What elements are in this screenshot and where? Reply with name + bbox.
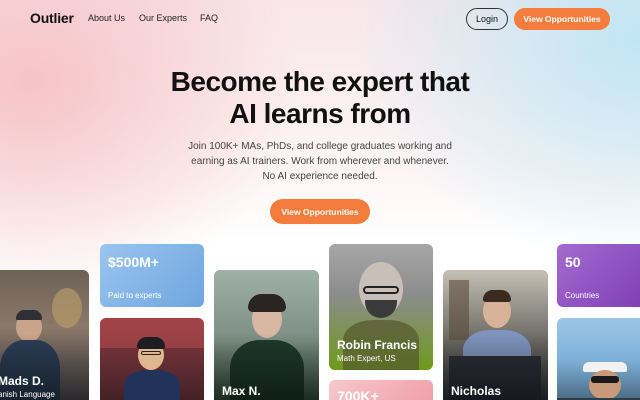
expert-name-nicholas: Nicholas [451, 384, 502, 398]
expert-name-max: Max N. [222, 384, 261, 398]
stat-label-countries: Countries [565, 291, 600, 300]
stat-label-paid: Paid to experts [108, 291, 162, 300]
hero-subtitle-line-3: No AI experience needed. [262, 171, 378, 182]
stat-value-countries: 50 [565, 254, 581, 270]
nav-link-about-us[interactable]: About Us [88, 13, 125, 23]
hero-title-line-1: Become the expert that [170, 66, 470, 97]
stat-card-countries: 50 Countries [557, 244, 640, 307]
stat-value-users: 700K+ [337, 388, 379, 400]
hero-subtitle-line-2: earning as AI trainers. Work from wherev… [191, 156, 449, 167]
stat-card-users: 700K+ [329, 380, 433, 400]
expert-card-boat[interactable] [557, 318, 640, 400]
login-button[interactable]: Login [466, 8, 508, 30]
expert-name-mads: Mads D. [0, 374, 45, 388]
expert-role-robin: Math Expert, US [337, 354, 396, 363]
expert-photo-speaker [100, 318, 204, 400]
expert-role-mads: anish Language [0, 390, 55, 399]
expert-photo-boat [557, 318, 640, 400]
nav-view-opportunities-button[interactable]: View Opportunities [514, 8, 610, 30]
hero-subtitle: Join 100K+ MAs, PhDs, and college gradua… [160, 139, 480, 184]
expert-card-mads[interactable]: Mads D. anish Language [0, 270, 89, 400]
stat-value-paid: $500M+ [108, 254, 159, 270]
nav-link-our-experts[interactable]: Our Experts [139, 13, 187, 23]
stat-card-paid: $500M+ Paid to experts [100, 244, 204, 307]
expert-card-max[interactable]: Max N. [214, 270, 319, 400]
expert-card-nicholas[interactable]: Nicholas [443, 270, 548, 400]
hero-title: Become the expert that AI learns from [0, 66, 640, 130]
expert-card-robin[interactable]: Robin Francis Math Expert, US [329, 244, 433, 370]
nav-link-faq[interactable]: FAQ [200, 13, 218, 23]
hero-view-opportunities-button[interactable]: View Opportunities [270, 199, 370, 224]
top-nav: Outlier About Us Our Experts FAQ Login V… [0, 0, 640, 38]
hero-subtitle-line-1: Join 100K+ MAs, PhDs, and college gradua… [188, 141, 452, 152]
hero-title-line-2: AI learns from [229, 98, 411, 129]
logo[interactable]: Outlier [30, 10, 74, 26]
expert-name-robin: Robin Francis [337, 338, 418, 352]
expert-card-speaker[interactable] [100, 318, 204, 400]
